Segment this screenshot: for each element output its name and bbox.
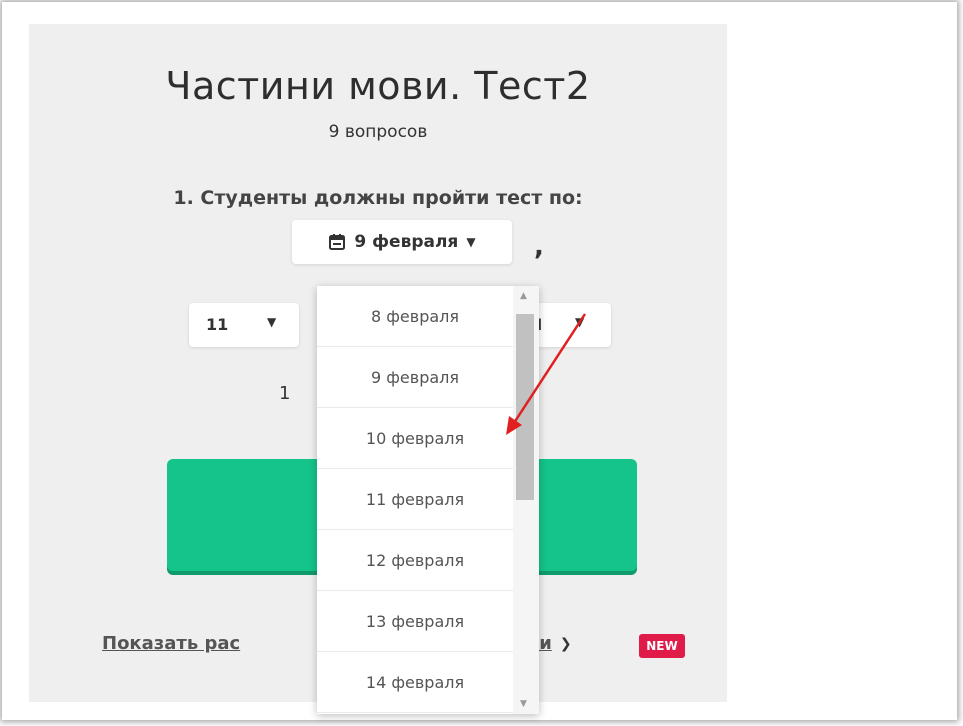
- date-options-list: 8 февраля 9 февраля 10 февраля 11 феврал…: [317, 286, 513, 713]
- date-options-menu[interactable]: 8 февраля 9 февраля 10 февраля 11 феврал…: [317, 286, 539, 714]
- date-option[interactable]: 10 февраля: [317, 408, 513, 469]
- caret-down-icon: ▼: [267, 315, 277, 329]
- date-option[interactable]: 9 февраля: [317, 347, 513, 408]
- caret-down-icon: ▼: [575, 315, 585, 329]
- date-dropdown[interactable]: 9 февраля ▼: [292, 220, 512, 264]
- dropdown-scrollbar[interactable]: ▲ ▼: [513, 286, 539, 714]
- chevron-down-icon: ❯: [559, 635, 572, 652]
- selected-date: 9 февраля: [354, 232, 459, 252]
- deadline-question: 1. Студенты должны пройти тест по:: [173, 187, 583, 209]
- date-option[interactable]: 13 февраля: [317, 591, 513, 652]
- hour-dropdown[interactable]: 11 ▼: [189, 303, 299, 347]
- quiz-title: Частини мови. Тест2: [165, 64, 591, 108]
- date-option[interactable]: 11 февраля: [317, 469, 513, 530]
- quiz-panel: Частини мови. Тест2 9 вопросов 1. Студен…: [29, 24, 727, 714]
- comma-separator: ,: [534, 232, 544, 262]
- calendar-icon: [329, 234, 346, 250]
- scroll-down-arrow-icon[interactable]: ▼: [520, 699, 527, 709]
- hour-value: 11: [206, 315, 229, 334]
- date-option[interactable]: 8 февраля: [317, 286, 513, 347]
- scrollbar-thumb[interactable]: [516, 314, 534, 500]
- caret-down-icon: ▼: [466, 235, 476, 249]
- date-option[interactable]: 14 февраля: [317, 652, 513, 713]
- date-option[interactable]: 12 февраля: [317, 530, 513, 591]
- question-count: 9 вопросов: [328, 122, 428, 142]
- screenshot-frame: Частини мови. Тест2 9 вопросов 1. Студен…: [2, 2, 957, 720]
- hidden-text-left: 1: [279, 383, 291, 404]
- new-badge: NEW: [639, 634, 685, 658]
- scroll-up-arrow-icon[interactable]: ▲: [520, 291, 527, 301]
- advanced-settings-link[interactable]: Показать рас: [102, 633, 240, 654]
